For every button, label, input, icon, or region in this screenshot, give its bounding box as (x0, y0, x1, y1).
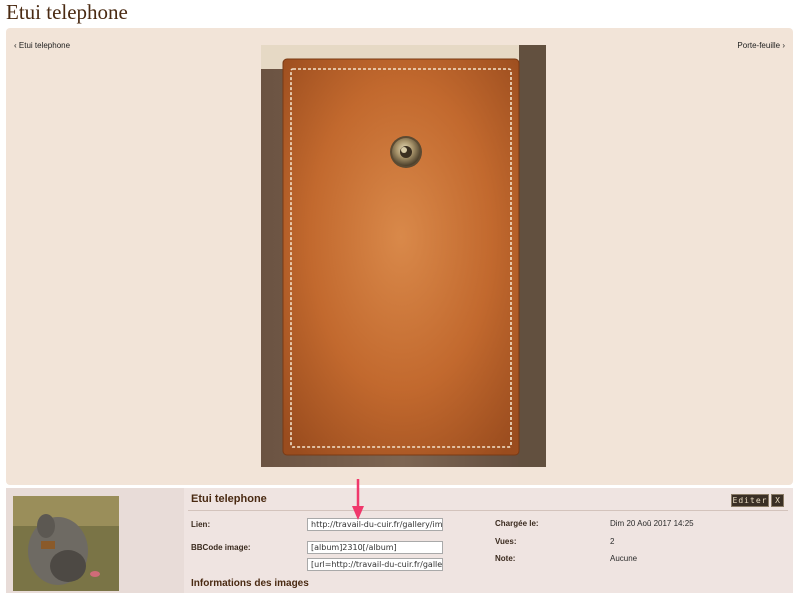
bbcode-label: BBCode image: (191, 543, 251, 552)
main-photo[interactable] (261, 45, 546, 467)
image-viewer: ‹ Etui telephone Porte-feuille › (6, 28, 793, 485)
leather-case-image (261, 45, 546, 467)
views-label: Vues: (495, 537, 517, 546)
uploader-column (6, 488, 184, 593)
uploaded-value: Dim 20 Aoû 2017 14:25 (610, 519, 694, 528)
link-field[interactable]: http://travail-du-cuir.fr/gallery/image/… (307, 518, 443, 531)
delete-button[interactable]: X (771, 494, 784, 507)
image-info-panel: Etui telephone Editer X Lien: http://tra… (6, 488, 793, 593)
bbcode-url-field[interactable]: [url=http://travail-du-cuir.fr/gallery/i… (307, 558, 443, 571)
bbcode-album-field[interactable]: [album]2310[/album] (307, 541, 443, 554)
page-title: Etui telephone (6, 0, 128, 24)
rating-label: Note: (495, 554, 516, 563)
views-value: 2 (610, 537, 615, 546)
rating-value: Aucune (610, 554, 638, 563)
link-label: Lien: (191, 520, 211, 529)
image-title: Etui telephone (191, 493, 267, 505)
images-info-heading: Informations des images (191, 578, 309, 589)
avatar[interactable] (13, 496, 119, 591)
dog-avatar-image (13, 496, 119, 591)
annotation-arrow-icon (352, 479, 364, 520)
edit-button[interactable]: Editer (731, 494, 769, 507)
uploaded-label: Chargée le: (495, 519, 539, 528)
divider (188, 510, 788, 511)
next-image-link[interactable]: Porte-feuille › (737, 40, 785, 51)
previous-image-link[interactable]: ‹ Etui telephone (14, 40, 70, 51)
